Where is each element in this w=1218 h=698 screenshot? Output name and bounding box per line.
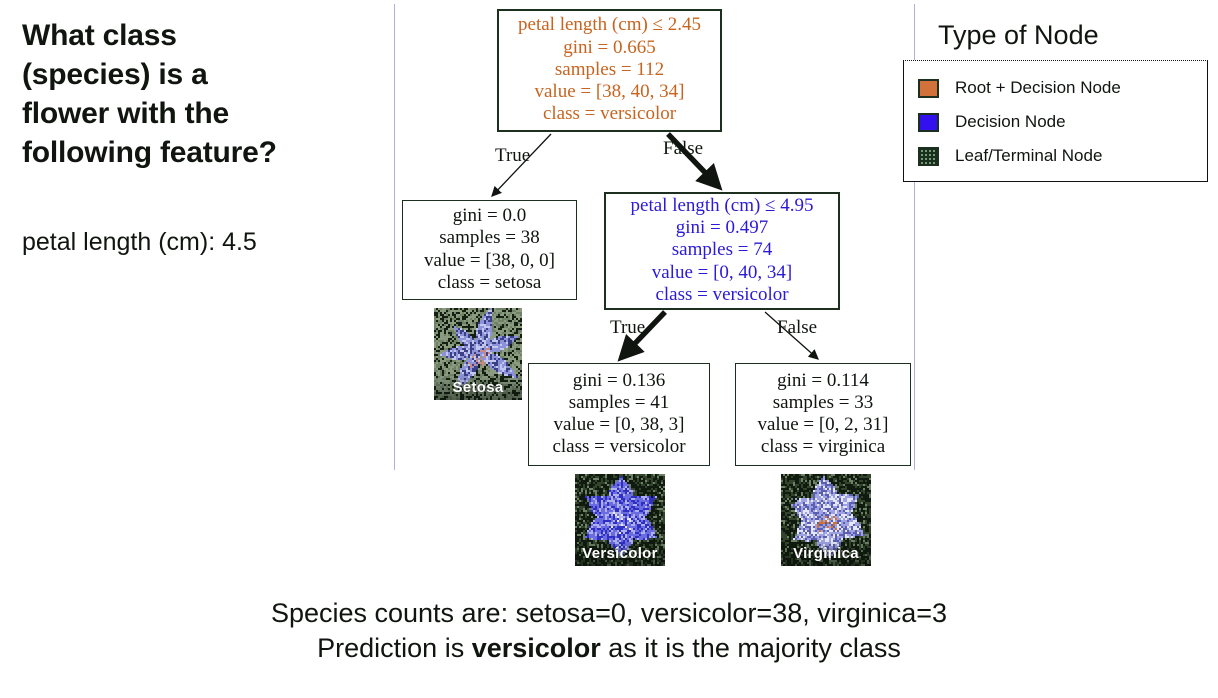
leaf-versicolor-class: class = versicolor [552,436,686,458]
legend-swatch-root-icon [918,78,939,98]
legend-label-decision: Decision Node [955,112,1066,131]
decision-samples: samples = 74 [671,239,773,261]
prediction-caption: Species counts are: setosa=0, versicolor… [0,596,1218,666]
decision-class: class = versicolor [655,283,789,305]
edge-label-decision-true: True [610,317,646,338]
flower-image-setosa: Setosa [434,308,522,400]
legend-swatch-leaf-icon [918,146,939,166]
decision-condition: petal length (cm) ≤ 4.95 [630,194,814,216]
edge-label-decision-false: False [777,317,818,338]
leaf-versicolor-gini: gini = 0.136 [572,369,666,391]
legend-swatch-decision-icon [918,112,939,132]
leaf-setosa-class: class = setosa [437,271,542,293]
tree-node-leaf-virginica[interactable]: gini = 0.114 samples = 33 value = [0, 2,… [735,363,911,466]
leaf-setosa-value: value = [38, 0, 0] [423,249,555,271]
page-title: What class (species) is a flower with th… [22,19,277,169]
virginica-caption: Virginica [793,545,859,562]
legend-title: Type of Node [938,20,1099,50]
tree-node-root[interactable]: petal length (cm) ≤ 2.45 gini = 0.665 sa… [497,9,722,132]
root-value: value = [38, 40, 34] [534,81,685,103]
legend-item-root: Root + Decision Node [918,71,1207,105]
tree-node-leaf-setosa[interactable]: gini = 0.0 samples = 38 value = [38, 0, … [402,200,577,300]
root-class: class = versicolor [542,103,677,125]
leaf-virginica-value: value = [0, 2, 31] [757,414,889,435]
leaf-setosa-gini: gini = 0.0 [452,205,527,227]
flower-image-versicolor: Versicolor [575,474,665,566]
decision-value: value = [0, 40, 34] [651,261,793,283]
leaf-versicolor-value: value = [0, 38, 3] [553,414,685,435]
root-condition: petal length (cm) ≤ 2.45 [518,14,701,36]
legend-panel: Root + Decision Node Decision Node Leaf/… [903,60,1208,182]
feature-value-text: petal length (cm): 4.5 [22,228,257,256]
tree-node-decision[interactable]: petal length (cm) ≤ 4.95 gini = 0.497 sa… [604,192,840,310]
leaf-virginica-samples: samples = 33 [772,391,874,413]
leaf-virginica-class: class = virginica [760,436,886,458]
caption-line-prediction: Prediction is versicolor as it is the ma… [0,631,1218,666]
edge-label-root-true: True [495,145,531,166]
legend-item-leaf: Leaf/Terminal Node [918,139,1207,173]
flower-image-virginica: Virginica [781,474,871,566]
caption-prediction-pre: Prediction is [317,633,472,664]
leaf-setosa-samples: samples = 38 [439,227,540,249]
edge-label-root-false: False [663,138,704,159]
legend-label-leaf: Leaf/Terminal Node [955,146,1103,165]
caption-line-counts: Species counts are: setosa=0, versicolor… [270,598,948,628]
legend-label-root: Root + Decision Node [955,78,1121,97]
caption-prediction-post: as it is the majority class [600,633,901,664]
root-gini: gini = 0.665 [563,36,656,58]
leaf-versicolor-samples: samples = 41 [568,391,670,413]
leaf-virginica-gini: gini = 0.114 [777,369,869,391]
decision-gini: gini = 0.497 [675,217,769,239]
legend-item-decision: Decision Node [918,105,1207,139]
versicolor-caption: Versicolor [582,545,658,562]
root-samples: samples = 112 [554,58,665,80]
caption-prediction-class: versicolor [471,633,601,664]
setosa-caption: Setosa [452,379,504,396]
tree-node-leaf-versicolor[interactable]: gini = 0.136 samples = 41 value = [0, 38… [528,363,710,466]
